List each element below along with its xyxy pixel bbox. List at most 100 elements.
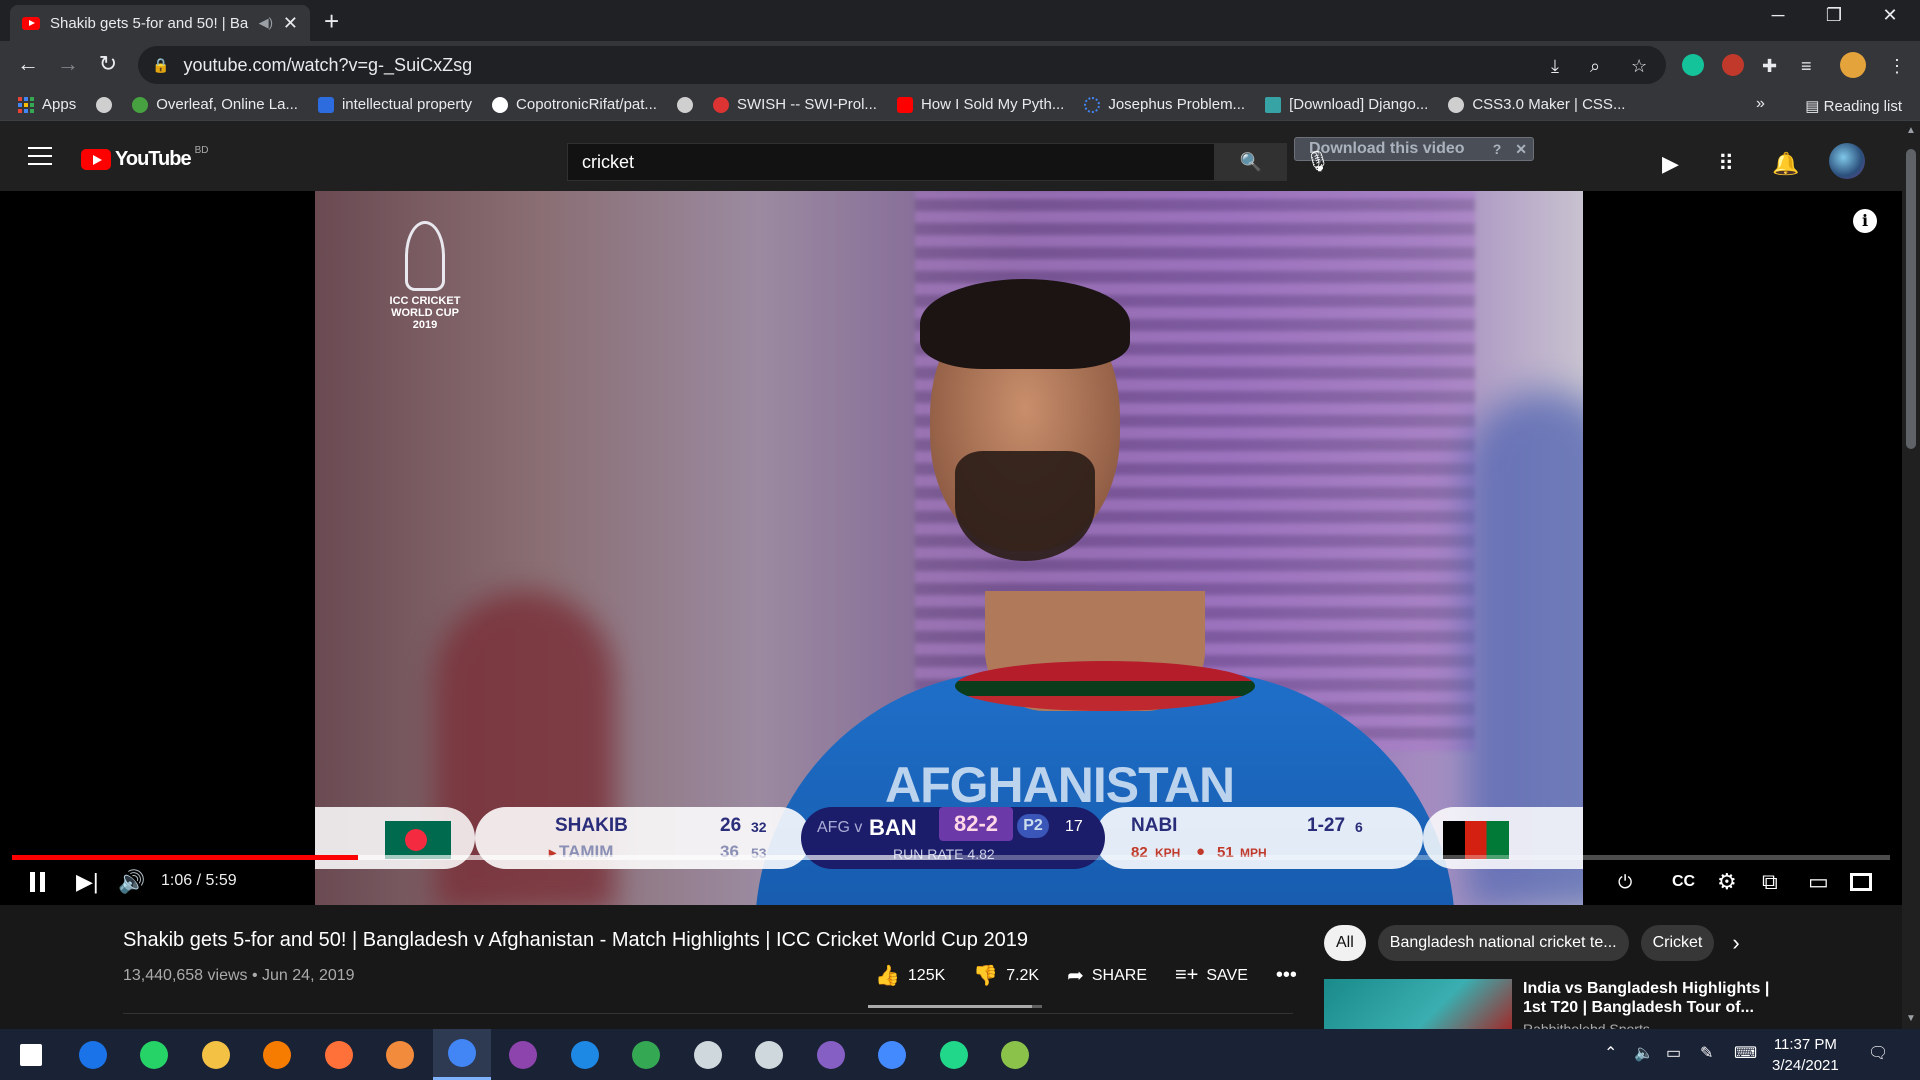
bookmark-apps[interactable]: Apps [18,96,76,113]
download-close-icon[interactable]: ✕ [1515,141,1533,158]
create-video-icon[interactable]: ▶ [1662,151,1679,177]
chips-next-icon[interactable]: › [1726,925,1739,961]
taskbar-network-button[interactable] [679,1029,737,1080]
video-player[interactable]: AFGHANISTAN ICC CRICKET WORLD CUP 2019 i… [0,191,1902,905]
settings-gear-icon[interactable]: ⚙ [1717,867,1737,897]
zoom-icon[interactable]: ⌕ [1590,56,1600,77]
taskbar-whatsapp-button[interactable] [125,1029,183,1080]
grammarly-icon[interactable] [1682,54,1704,76]
search-button[interactable]: 🔍 [1215,143,1287,181]
bookmark-star-icon[interactable]: ☆ [1631,56,1647,77]
tray-pen-icon[interactable]: ✎ [1700,1043,1713,1063]
page-scrollbar[interactable]: ▲ ▼ [1902,121,1920,1029]
next-video-button[interactable]: ▶| [76,867,99,897]
extension-icon[interactable] [1722,54,1744,76]
youtube-logo[interactable]: YouTube BD [81,145,208,171]
recommended-video-thumbnail[interactable] [1324,979,1512,1029]
taskbar-vscode-button[interactable] [556,1029,614,1080]
tray-volume-icon[interactable]: 🔈 [1634,1043,1654,1063]
taskbar-explorer-button[interactable] [187,1029,245,1080]
taskbar-sublime-button[interactable] [371,1029,429,1080]
taskbar-firefox-button[interactable] [310,1029,368,1080]
tray-network-icon[interactable]: ▭ [1666,1043,1681,1063]
taskbar-anydesk-button[interactable] [64,1029,122,1080]
video-frame[interactable]: AFGHANISTAN ICC CRICKET WORLD CUP 2019 [315,191,1583,905]
bookmark-josephus[interactable]: Josephus Problem... [1084,96,1245,113]
like-button[interactable]: 👍 125K [875,963,945,988]
tray-overflow-icon[interactable]: ⌃ [1604,1043,1617,1063]
taskbar-avast-button[interactable] [248,1029,306,1080]
taskbar-chrome-button[interactable] [433,1029,491,1080]
bookmark-github[interactable]: CopotronicRifat/pat... [492,96,657,113]
scrollbar-thumb[interactable] [1906,149,1916,449]
chip-bangladesh-cricket[interactable]: Bangladesh national cricket te... [1377,925,1629,961]
bookmark-globe-2[interactable] [676,96,693,113]
progress-bar[interactable] [12,855,1890,860]
bookmark-swish[interactable]: SWISH -- SWI-Prol... [712,96,877,113]
taskbar-start-button[interactable] [2,1029,60,1080]
notifications-bell-icon[interactable]: 🔔 [1772,151,1799,177]
media-control-icon[interactable]: ≡ [1801,56,1812,77]
bookmark-css3-maker[interactable]: CSS3.0 Maker | CSS... [1448,96,1625,113]
install-icon[interactable]: ⤓ [1551,56,1559,77]
taskbar-visualstudio-button[interactable] [802,1029,860,1080]
reading-list-button[interactable]: ▤ Reading list [1805,97,1902,115]
theater-mode-icon[interactable]: ▭ [1808,867,1829,897]
chip-all[interactable]: All [1324,925,1366,961]
miniplayer-icon[interactable]: ⧉ [1762,867,1778,897]
fullscreen-button[interactable] [1850,867,1872,897]
tray-keyboard-icon[interactable]: ⌨ [1734,1043,1757,1063]
taskbar-excel-button[interactable] [986,1029,1044,1080]
bookmark-globe-1[interactable] [96,96,113,113]
recommendation-chips: All Bangladesh national cricket te... Cr… [1324,925,1740,961]
taskbar-maps-button[interactable] [617,1029,675,1080]
taskbar-pycharm-button[interactable] [925,1029,983,1080]
scroll-up-icon[interactable]: ▲ [1906,125,1916,136]
search-input[interactable]: cricket [567,143,1215,181]
account-avatar[interactable] [1829,143,1865,179]
tab-close-icon[interactable]: ✕ [283,13,298,34]
bookmark-overleaf[interactable]: Overleaf, Online La... [132,96,298,113]
share-button[interactable]: ➦ SHARE [1067,963,1147,988]
profile-avatar[interactable] [1840,52,1866,78]
lock-icon[interactable]: 🔒 [152,57,169,74]
address-bar[interactable]: 🔒 youtube.com/watch?v=g-_SuiCxZsg [138,46,1666,84]
microphone-icon[interactable]: 🎙 [1305,149,1330,174]
menu-kebab-icon[interactable]: ⋮ [1888,56,1906,77]
scroll-down-icon[interactable]: ▼ [1906,1013,1916,1024]
window-close-icon[interactable]: ✕ [1862,5,1918,26]
taskbar-messenger-button[interactable] [863,1029,921,1080]
apps-grid-icon[interactable]: ⠿ [1718,151,1734,177]
tab-audio-icon[interactable]: ◀) [259,15,273,31]
captions-icon[interactable]: CC [1672,867,1695,897]
taskbar-clock[interactable]: 11:37 PM 3/24/2021 [1772,1034,1839,1076]
pause-button[interactable] [30,867,50,897]
back-icon[interactable]: ← [14,51,42,77]
forward-icon[interactable]: → [54,51,82,77]
more-actions-button[interactable]: ••• [1276,964,1297,987]
bookmarks-overflow-button[interactable]: » [1756,95,1765,113]
reload-icon[interactable]: ↻ [94,51,122,77]
new-tab-button[interactable]: + [324,8,339,34]
dislike-button[interactable]: 👎 7.2K [973,963,1039,988]
recommended-video-title[interactable]: India vs Bangladesh Highlights | 1st T20… [1523,979,1783,1017]
browser-tab[interactable]: Shakib gets 5-for and 50! | Ba ◀) ✕ [10,5,310,41]
volume-icon[interactable]: 🔊 [118,867,145,897]
bookmark-youtube[interactable]: How I Sold My Pyth... [896,96,1064,113]
notifications-icon[interactable]: 🗨 [1868,1043,1888,1063]
save-button[interactable]: ≡+ SAVE [1175,964,1248,987]
extensions-puzzle-icon[interactable]: ✚ [1762,56,1777,77]
download-help-icon[interactable]: ? [1493,141,1508,157]
info-icon[interactable]: i [1853,209,1877,233]
team-ban: BAN [869,815,917,840]
bookmark-intellectual-property[interactable]: intellectual property [317,96,472,113]
taskbar-satellite-button[interactable] [740,1029,798,1080]
url-text[interactable]: youtube.com/watch?v=g-_SuiCxZsg [183,55,472,76]
taskbar-github-button[interactable] [494,1029,552,1080]
autoplay-toggle[interactable]: ⏻ [1618,867,1632,897]
menu-hamburger-icon[interactable] [28,147,52,171]
minimize-icon[interactable]: ─ [1750,5,1806,26]
bookmark-django[interactable]: [Download] Django... [1265,96,1428,113]
restore-icon[interactable]: ❐ [1806,5,1862,26]
chip-cricket[interactable]: Cricket [1640,925,1715,961]
